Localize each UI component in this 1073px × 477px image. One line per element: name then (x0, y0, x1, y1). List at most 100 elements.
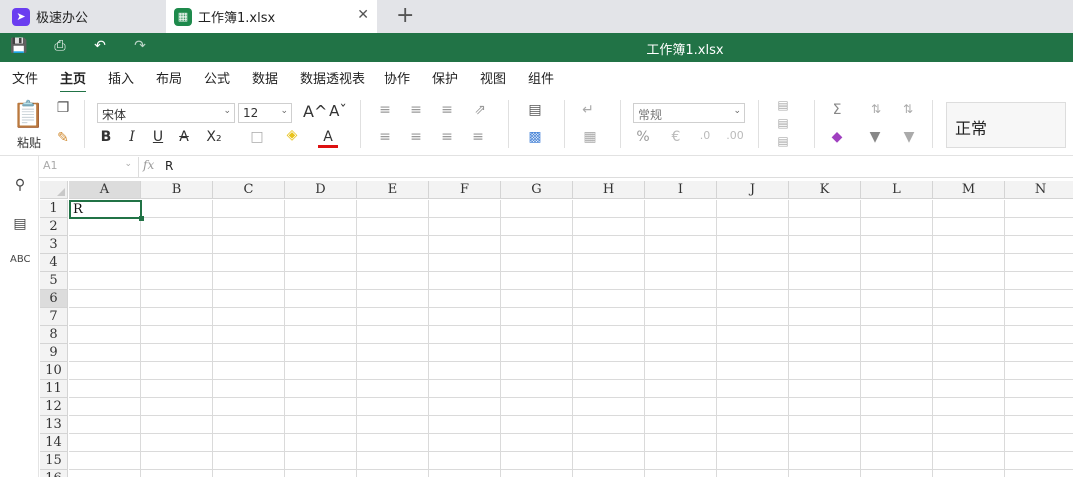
column-header-a[interactable]: A (69, 181, 141, 199)
menu-formula[interactable]: 公式 (204, 68, 230, 87)
column-header-k[interactable]: K (789, 181, 861, 199)
spellcheck-icon[interactable]: ABC (10, 254, 31, 274)
cell-style-preview[interactable]: 正常 (946, 102, 1066, 148)
menu-components[interactable]: 组件 (528, 68, 554, 87)
percent-button[interactable]: % (634, 129, 652, 145)
close-icon[interactable]: ✕ (357, 7, 369, 23)
font-name-select[interactable]: 宋体 ⌄ (97, 103, 235, 123)
row-header-6[interactable]: 6 (40, 290, 68, 308)
column-header-h[interactable]: H (573, 181, 645, 199)
row-header-3[interactable]: 3 (40, 236, 68, 254)
row-header-16[interactable]: 16 (40, 470, 68, 477)
paste-label[interactable]: 粘贴 (12, 134, 46, 151)
insert-table-icon[interactable]: ▦ (578, 129, 602, 145)
undo-icon[interactable]: ↶ (90, 38, 110, 56)
function-icon[interactable]: fx (143, 158, 161, 172)
merge-cells-icon[interactable]: ▤ (522, 102, 548, 118)
format-painter-icon[interactable]: ✎ (54, 130, 72, 146)
name-box[interactable]: A1 ⌄ (39, 157, 139, 177)
sort-descending-icon[interactable]: ⇅ (898, 102, 918, 116)
row-header-7[interactable]: 7 (40, 308, 68, 326)
formula-input[interactable]: R (165, 159, 173, 173)
cell-area[interactable] (69, 200, 1073, 477)
menu-protect[interactable]: 保护 (432, 68, 458, 87)
insert-cells-icon[interactable]: ▤ (772, 98, 794, 112)
selected-cell-a1[interactable]: R (69, 200, 144, 221)
clear-icon[interactable]: ◆ (828, 129, 846, 145)
column-header-l[interactable]: L (861, 181, 933, 199)
comment-icon[interactable]: ▤ (10, 216, 30, 236)
align-top-icon[interactable]: ≡ (376, 102, 394, 118)
row-header-14[interactable]: 14 (40, 434, 68, 452)
menu-pivot[interactable]: 数据透视表 (300, 68, 365, 87)
clear-filter-icon[interactable]: ▼ (898, 129, 920, 145)
grow-font-button[interactable]: A^ (303, 102, 327, 121)
font-size-select[interactable]: 12 ⌄ (238, 103, 292, 123)
menu-home[interactable]: 主页 (60, 68, 87, 93)
subscript-button[interactable]: X₂ (202, 129, 226, 145)
row-header-9[interactable]: 9 (40, 344, 68, 362)
menu-insert[interactable]: 插入 (108, 68, 134, 87)
row-header-13[interactable]: 13 (40, 416, 68, 434)
filter-icon[interactable]: ▼ (866, 129, 884, 145)
redo-icon[interactable]: ↷ (130, 38, 150, 56)
save-icon[interactable]: 💾 (9, 38, 29, 56)
bold-button[interactable]: B (98, 129, 114, 145)
currency-icon[interactable]: € (664, 129, 688, 145)
column-header-c[interactable]: C (213, 181, 285, 199)
menu-layout[interactable]: 布局 (156, 68, 182, 87)
search-icon[interactable]: ⚲ (10, 177, 30, 197)
print-icon[interactable]: ⎙ (50, 38, 70, 56)
border-icon[interactable]: □ (248, 129, 266, 145)
column-header-d[interactable]: D (285, 181, 357, 199)
align-left-icon[interactable]: ≡ (376, 129, 394, 145)
decrease-decimal-icon[interactable]: .0 (696, 129, 714, 142)
column-header-j[interactable]: J (717, 181, 789, 199)
select-all-corner[interactable] (40, 181, 68, 199)
shrink-font-button[interactable]: Aˇ (328, 102, 348, 120)
align-middle-icon[interactable]: ≡ (407, 102, 425, 118)
row-header-10[interactable]: 10 (40, 362, 68, 380)
column-header-b[interactable]: B (141, 181, 213, 199)
justify-icon[interactable]: ≡ (469, 129, 487, 145)
wrap-text-icon[interactable]: ↵ (578, 102, 598, 118)
underline-button[interactable]: U (150, 129, 166, 145)
delete-cells-icon[interactable]: ▤ (772, 116, 794, 130)
spreadsheet-grid[interactable]: R ABCDEFGHIJKLMN12345678910111213141516 (40, 181, 1073, 477)
tab-home-app[interactable]: ➤ 极速办公 (0, 0, 155, 33)
row-header-11[interactable]: 11 (40, 380, 68, 398)
column-header-g[interactable]: G (501, 181, 573, 199)
column-header-n[interactable]: N (1005, 181, 1073, 199)
sort-ascending-icon[interactable]: ⇅ (866, 102, 886, 116)
align-center-icon[interactable]: ≡ (407, 129, 425, 145)
text-orientation-icon[interactable]: ⇗ (469, 102, 491, 118)
align-right-icon[interactable]: ≡ (438, 129, 456, 145)
column-header-m[interactable]: M (933, 181, 1005, 199)
font-color-button[interactable]: A (318, 129, 338, 148)
conditional-format-icon[interactable]: ▩ (522, 129, 548, 145)
row-header-1[interactable]: 1 (40, 200, 68, 218)
italic-button[interactable]: I (124, 129, 140, 145)
copy-icon[interactable]: ❐ (54, 100, 72, 116)
add-tab-icon[interactable]: + (396, 3, 414, 28)
row-header-5[interactable]: 5 (40, 272, 68, 290)
number-format-select[interactable]: 常规 ⌄ (633, 103, 745, 123)
menu-collab[interactable]: 协作 (384, 68, 410, 87)
strikethrough-button[interactable]: A (176, 129, 192, 145)
increase-decimal-icon[interactable]: .00 (726, 129, 744, 142)
align-bottom-icon[interactable]: ≡ (438, 102, 456, 118)
row-header-12[interactable]: 12 (40, 398, 68, 416)
row-header-8[interactable]: 8 (40, 326, 68, 344)
row-header-2[interactable]: 2 (40, 218, 68, 236)
menu-file[interactable]: 文件 (12, 68, 38, 87)
autosum-icon[interactable]: Σ (828, 102, 846, 118)
format-cells-icon[interactable]: ▤ (772, 134, 794, 148)
paste-icon[interactable]: 📋 (12, 100, 44, 130)
row-header-4[interactable]: 4 (40, 254, 68, 272)
menu-view[interactable]: 视图 (480, 68, 506, 87)
row-header-15[interactable]: 15 (40, 452, 68, 470)
menu-data[interactable]: 数据 (252, 68, 278, 87)
tab-workbook[interactable]: ▦ 工作簿1.xlsx ✕ (166, 0, 377, 33)
fill-color-icon[interactable]: ◈ (282, 127, 302, 143)
column-header-f[interactable]: F (429, 181, 501, 199)
